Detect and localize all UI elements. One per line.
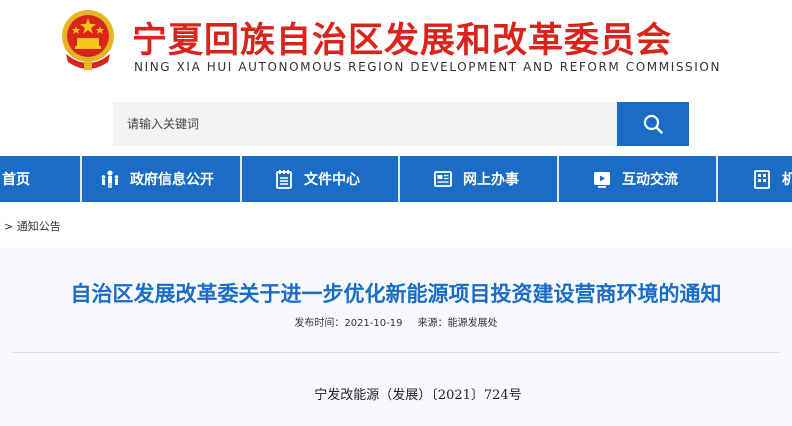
nav-item-interaction[interactable]: 互动交流 (592, 156, 678, 202)
search-button[interactable] (617, 102, 689, 146)
people-icon (101, 170, 119, 188)
nav-item-label: 网上办事 (463, 172, 519, 188)
document-icon (276, 170, 292, 189)
article-title: 自治区发展改革委关于进一步优化新能源项目投资建设营商环境的通知 (70, 282, 722, 306)
article-divider (12, 352, 780, 353)
article-source: 来源：能源发展处 (417, 318, 498, 329)
search-bar (113, 102, 689, 146)
nav-divider (398, 156, 400, 202)
nav-item-label: 机 (782, 172, 792, 188)
nav-divider (80, 156, 82, 202)
nav-item-label: 首页 (2, 172, 30, 188)
nav-divider (716, 156, 718, 202)
site-title-english: NING XIA HUI AUTONOMOUS REGION DEVELOPME… (134, 60, 722, 74)
main-nav: 首页 政府信息公开 文件中心 网上办事 互动交流 机 (0, 156, 792, 202)
publish-time: 发布时间：2021-10-19 (294, 318, 403, 329)
search-input[interactable] (113, 102, 617, 146)
nav-divider (240, 156, 242, 202)
nav-item-label: 政府信息公开 (130, 172, 214, 188)
article-meta: 发布时间：2021-10-19 来源：能源发展处 (0, 314, 792, 329)
nav-item-label: 文件中心 (304, 172, 360, 188)
nav-item-home[interactable]: 首页 (2, 156, 30, 202)
nav-item-label: 互动交流 (622, 172, 678, 188)
building-icon (754, 170, 770, 189)
breadcrumb-separator: > (4, 220, 14, 233)
play-icon (594, 172, 610, 188)
breadcrumb-link-notices[interactable]: 通知公告 (17, 220, 61, 233)
site-title: 宁夏回族自治区发展和改革委员会 (132, 21, 673, 61)
nav-item-documents[interactable]: 文件中心 (274, 156, 360, 202)
nav-item-organization[interactable]: 机 (752, 156, 792, 202)
national-emblem-icon (62, 10, 114, 70)
search-icon (643, 114, 663, 134)
document-number: 宁发改能源（发展）〔2021〕724号 (314, 388, 522, 403)
nav-item-government-info[interactable]: 政府信息公开 (100, 156, 214, 202)
site-header: 宁夏回族自治区发展和改革委员会 NING XIA HUI AUTONOMOUS … (0, 0, 792, 90)
nav-divider (557, 156, 559, 202)
breadcrumb: > 通知公告 (4, 218, 61, 234)
nav-item-online-services[interactable]: 网上办事 (433, 156, 519, 202)
newspaper-icon (434, 171, 452, 187)
